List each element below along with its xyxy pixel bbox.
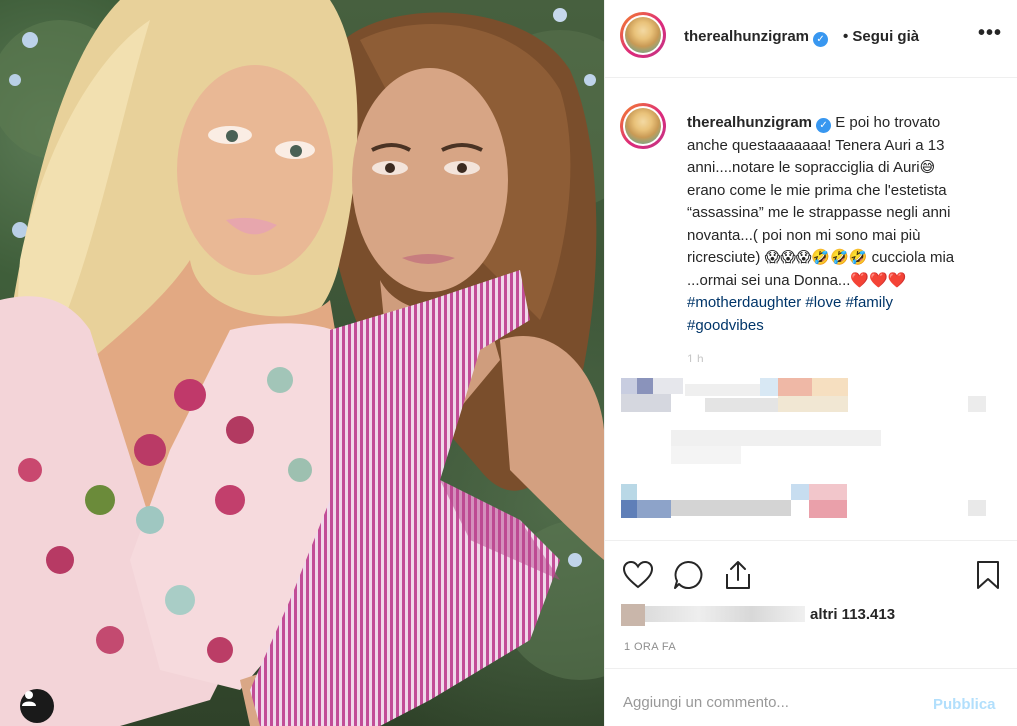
pixel-block: [809, 500, 847, 518]
verified-icon: ✓: [816, 118, 832, 133]
pixel-block: [778, 396, 848, 412]
pixel-block: [812, 378, 848, 396]
user-tag-icon: [22, 691, 36, 706]
heart-icon: [623, 561, 653, 589]
caption-line: anni....notare le sopracciglia di Auri😅: [687, 159, 936, 176]
bookmark-icon: [977, 561, 999, 589]
pixel-block: [968, 500, 986, 516]
caption-line: ...ormai sei una Donna...❤️❤️❤️: [687, 271, 907, 289]
pixel-block: [637, 378, 653, 394]
pixel-block: [671, 500, 791, 516]
pixel-block: [968, 396, 986, 412]
save-button[interactable]: [971, 558, 1005, 592]
pixel-block: [809, 484, 847, 500]
comment-input[interactable]: [623, 694, 923, 711]
comment-avatar: [621, 484, 637, 500]
like-button[interactable]: [621, 558, 655, 592]
caption-line: E poi ho trovato: [835, 114, 941, 131]
liker-names-blurred[interactable]: [645, 606, 805, 622]
pixel-block: [621, 500, 637, 518]
caption-line: ricresciute) 😱😱😱🤣🤣🤣 cucciola mia: [687, 249, 955, 266]
post-side-panel: therealhunzigram ✓ • Segui già ••• therea…: [604, 0, 1017, 726]
caption-line: “assassina” me le strappasse negli anni: [687, 204, 951, 221]
post-image-illustration: [0, 0, 604, 726]
publish-button[interactable]: Pubblica: [933, 696, 996, 713]
hashtag-link[interactable]: #love: [805, 294, 841, 311]
pixel-block: [671, 446, 741, 464]
hashtag-link[interactable]: #family: [845, 294, 893, 311]
post-caption: therealhunzigram ✓ E poi ho trovato anche…: [687, 112, 1002, 337]
pixel-block: [637, 500, 671, 518]
post-photo[interactable]: [0, 0, 604, 726]
verified-icon: ✓: [813, 32, 829, 47]
liker-avatar[interactable]: [621, 604, 645, 626]
comment-icon: [674, 560, 703, 589]
post-header: therealhunzigram ✓ • Segui già •••: [605, 0, 1017, 78]
caption-line: erano come le mie prima che l'estetista: [687, 181, 947, 199]
pixel-block: [621, 394, 671, 412]
caption-line: anche questaaaaaaa! Tenera Auri a 13: [687, 136, 945, 154]
post-timestamp[interactable]: 1 ORA FA: [624, 641, 676, 653]
pixel-block: [791, 484, 809, 500]
avatar[interactable]: [620, 12, 666, 58]
header-username[interactable]: therealhunzigram ✓: [684, 28, 829, 47]
likes-count[interactable]: altri 113.413: [810, 606, 895, 623]
action-bar-divider: [605, 540, 1017, 541]
pixel-block: [760, 378, 778, 396]
hashtag-link[interactable]: #motherdaughter: [687, 294, 801, 311]
add-comment-bar: Pubblica: [605, 668, 1017, 726]
caption-time-clip: 1 h: [687, 352, 727, 362]
share-icon: [726, 561, 750, 589]
comment-button[interactable]: [671, 558, 705, 592]
user-tag-button[interactable]: [20, 689, 54, 723]
caption-time: 1 h: [687, 352, 704, 362]
caption-avatar[interactable]: [620, 103, 666, 149]
more-options-icon[interactable]: •••: [978, 22, 1002, 45]
follow-status-button[interactable]: • Segui già: [843, 28, 919, 45]
caption-username[interactable]: therealhunzigram: [687, 114, 812, 131]
hashtag-link[interactable]: #goodvibes: [687, 317, 764, 334]
comment-avatar: [621, 378, 637, 394]
pixel-block: [671, 430, 881, 446]
caption-line: novanta...( poi non mi sono mai più: [687, 226, 921, 244]
pixel-block: [653, 378, 683, 394]
share-button[interactable]: [721, 558, 755, 592]
pixel-block: [778, 378, 812, 396]
